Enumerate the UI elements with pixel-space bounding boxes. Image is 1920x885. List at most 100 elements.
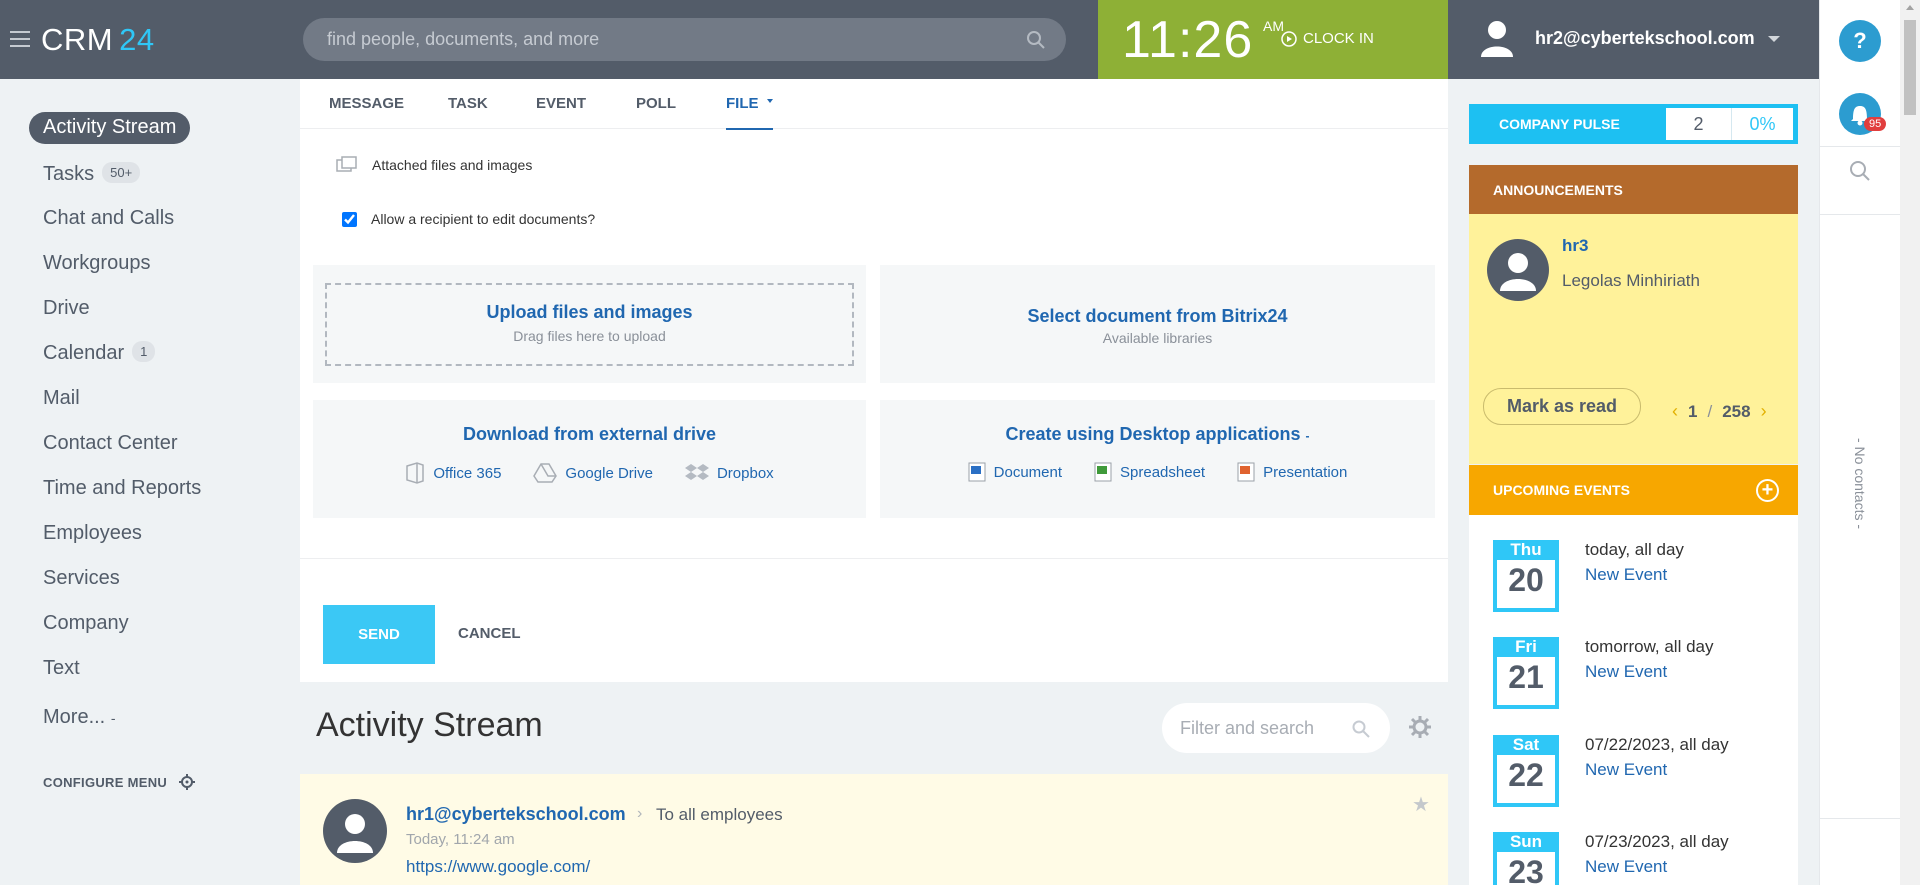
chevron-down-icon [766,99,773,103]
event-day: 20 [1508,562,1544,598]
configure-menu-label: CONFIGURE MENU [43,774,168,790]
divider [1820,818,1900,819]
sidebar-item-company[interactable]: Company [43,612,129,635]
calendar-date-icon: Sat 22 [1493,735,1559,807]
allow-edit-checkbox[interactable] [342,211,357,227]
tasks-counter-badge: 50+ [102,162,141,183]
clock-widget[interactable]: 11:26 AM CLOCK IN [1098,0,1448,79]
sidebar-item-chat-and-calls[interactable]: Chat and Calls [43,207,174,230]
send-button[interactable]: SEND [323,605,435,664]
event-name-link[interactable]: New Event [1585,662,1667,682]
sidebar-item-workgroups[interactable]: Workgroups [43,252,150,275]
calendar-date-icon: Fri 21 [1493,637,1559,709]
sidebar-item-calendar[interactable]: Calendar 1 [43,341,156,365]
sidebar-item-time-and-reports[interactable]: Time and Reports [43,477,201,500]
post-composer: MESSAGE TASK EVENT POLL FILE Attached fi… [300,79,1448,682]
user-menu[interactable]: hr2@cybertekschool.com [1448,0,1819,79]
user-email: hr2@cybertekschool.com [1535,28,1755,48]
event-day: 23 [1508,854,1544,885]
app-logo[interactable]: CRM 24 [41,22,155,58]
create-presentation-link[interactable]: Presentation [1237,462,1347,482]
create-spreadsheet-link[interactable]: Spreadsheet [1094,462,1205,482]
allow-edit-row: Allow a recipient to edit documents? [342,211,595,227]
chevron-left-icon[interactable]: ‹ [1672,401,1678,422]
upload-dropzone[interactable]: Upload files and images Drag files here … [325,283,854,366]
gear-icon[interactable] [1409,716,1431,743]
office-365-link[interactable]: Office 365 [405,462,501,484]
menu-burger-icon[interactable] [10,31,30,47]
company-pulse-values: 2 0% [1666,108,1793,140]
presentation-icon [1237,462,1255,482]
post-link[interactable]: https://www.google.com/ [406,857,590,877]
select-document-title[interactable]: Select document from Bitrix24 [880,306,1435,327]
clock-in-button[interactable]: CLOCK IN [1281,30,1374,47]
add-event-icon[interactable]: + [1756,479,1779,502]
sidebar-item-text[interactable]: Text [43,657,80,680]
company-pulse-widget[interactable]: COMPANY PULSE 2 0% [1469,104,1798,144]
avatar[interactable] [1487,239,1549,301]
avatar[interactable] [323,799,387,863]
page-title: Activity Stream [316,706,543,744]
logo-text: CRM [41,22,114,57]
create-document-link[interactable]: Document [968,462,1062,482]
help-button[interactable]: ? [1839,20,1881,62]
page-scrollbar[interactable] [1900,0,1920,885]
filter-search-input[interactable] [1180,703,1350,753]
sidebar-item-contact-center[interactable]: Contact Center [43,432,178,455]
tab-event[interactable]: EVENT [536,95,586,112]
composer-tabs: MESSAGE TASK EVENT POLL FILE [300,79,1448,130]
external-drive-panel: Download from external drive Office 365 … [313,400,866,518]
post-recipients[interactable]: To all employees [656,805,783,825]
event-name-link[interactable]: New Event [1585,857,1667,877]
office-365-label: Office 365 [433,464,502,482]
tab-task[interactable]: TASK [448,95,488,112]
user-avatar-icon [1480,19,1514,62]
chevron-right-icon[interactable]: › [1761,401,1767,422]
sidebar-item-label: Calendar [43,342,125,364]
sidebar-item-employees[interactable]: Employees [43,522,142,545]
sidebar-item-label: Workgroups [43,252,151,274]
sidebar-item-services[interactable]: Services [43,567,120,590]
search-icon[interactable] [1026,30,1046,55]
sidebar-item-activity-stream[interactable]: Activity Stream [29,112,191,144]
sidebar-item-tasks[interactable]: Tasks 50+ [43,162,141,186]
search-icon[interactable] [1352,720,1370,743]
google-drive-label: Google Drive [565,464,653,482]
announcements-header: ANNOUNCEMENTS [1469,165,1798,214]
event-day-of-week: Sat [1493,735,1559,755]
google-drive-link[interactable]: Google Drive [533,462,653,484]
sidebar-item-mail[interactable]: Mail [43,387,80,410]
tab-poll[interactable]: POLL [636,95,676,112]
tab-message[interactable]: MESSAGE [329,95,404,112]
search-icon[interactable] [1849,160,1871,187]
sidebar-item-label: Mail [43,387,80,409]
announcement-author[interactable]: hr3 [1562,236,1588,256]
sidebar-item-label: Time and Reports [43,477,202,499]
star-icon[interactable]: ★ [1412,792,1430,817]
dropbox-link[interactable]: Dropbox [684,462,774,484]
document-icon [968,462,986,482]
cancel-button[interactable]: CANCEL [458,625,521,642]
page-current: 1 [1688,401,1698,421]
scrollbar-thumb[interactable] [1904,20,1916,115]
post-author-link[interactable]: hr1@cybertekschool.com [406,804,626,825]
event-day-of-week: Sun [1493,832,1559,852]
configure-menu-button[interactable]: CONFIGURE MENU [43,774,196,790]
sidebar-item-more[interactable]: More... - [43,706,115,729]
play-icon [1281,30,1297,47]
sidebar-item-drive[interactable]: Drive [43,297,90,320]
tab-file[interactable]: FILE [726,95,773,130]
desktop-apps-title[interactable]: Create using Desktop applications - [880,424,1435,445]
mark-as-read-button[interactable]: Mark as read [1483,388,1641,425]
global-search-input[interactable] [327,18,1007,61]
gear-icon [179,774,196,790]
logo-number: 24 [119,22,155,57]
select-document-panel[interactable]: Select document from Bitrix24 Available … [880,265,1435,383]
event-name-link[interactable]: New Event [1585,760,1667,780]
event-name-link[interactable]: New Event [1585,565,1667,585]
chevron-right-icon: › [637,805,643,822]
scroll-up-arrow-icon[interactable] [1906,5,1914,10]
attached-files-label: Attached files and images [372,157,533,173]
upload-title[interactable]: Upload files and images [327,302,852,323]
chevron-down-icon[interactable] [1768,36,1780,42]
